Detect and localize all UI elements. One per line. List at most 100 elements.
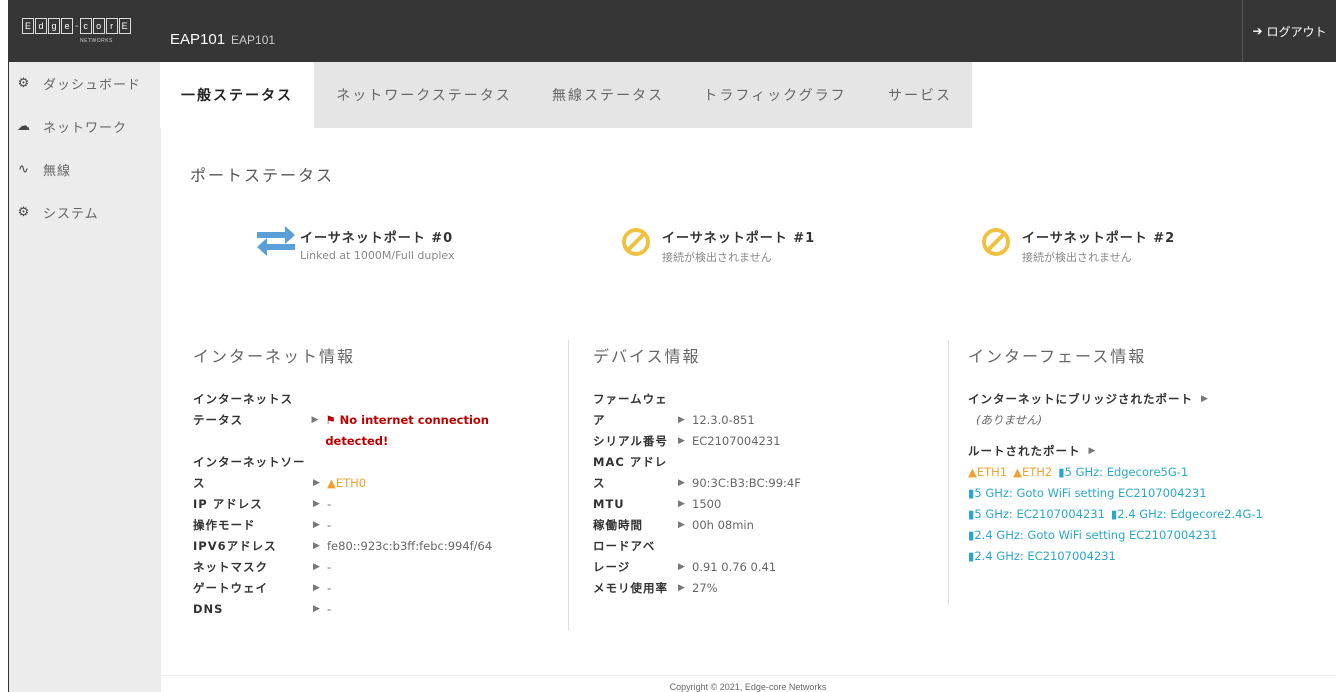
routed-wifi-link[interactable]: ▮2.4 GHz: Goto WiFi setting EC2107004231 [968, 525, 1218, 546]
gateway-value: - [327, 581, 332, 595]
arrow-icon: ▶ [678, 436, 685, 446]
port-1: イーサネットポート #1 接続が検出されません [662, 227, 815, 265]
no-connection-icon [982, 228, 1010, 256]
load-label-2: レージ [593, 560, 631, 574]
internet-source-label: インターネットソー [193, 455, 306, 469]
port-2-name: イーサネットポート #2 [1022, 231, 1176, 246]
dns-value: - [327, 602, 332, 616]
logout-label: ログアウト [1266, 24, 1327, 39]
arrow-icon: ▶ [678, 583, 685, 593]
port-2: イーサネットポート #2 接続が検出されません [1022, 227, 1175, 265]
device-model: EAP101 EAP101 [170, 31, 275, 48]
load-value: 0.91 0.76 0.41 [692, 560, 777, 574]
internet-source-label-2: ス [193, 476, 206, 490]
interface-info: インターフェース情報 インターネットにブリッジされたポート ▶ (ありません) … [968, 343, 1328, 567]
load-label: ロードアベ [593, 539, 656, 553]
mac-value: 90:3C:B3:BC:99:4F [692, 476, 801, 490]
arrow-icon: ▶ [1088, 446, 1096, 456]
bridged-ports-label: インターネットにブリッジされたポート [968, 392, 1193, 406]
sidebar-item-label: システム [43, 207, 99, 222]
mac-label: MAC アドレ [593, 455, 668, 469]
sidebar-item-system[interactable]: ⚙ システム [9, 191, 161, 234]
device-info-title: デバイス情報 [593, 347, 701, 366]
arrow-icon: ▶ [678, 415, 685, 425]
ethernet-link-icon [257, 222, 295, 258]
edgecore-logo[interactable]: Edge-corE [22, 14, 148, 38]
routed-ports-label: ルートされたポート [968, 444, 1081, 458]
sidebar-item-network[interactable]: ☁ ネットワーク [9, 105, 161, 148]
routed-wifi-link[interactable]: ▮5 GHz: EC2107004231 [968, 504, 1105, 525]
routed-wifi-link[interactable]: ▮5 GHz: Edgecore5G-1 [1058, 462, 1188, 483]
arrow-icon: ▶ [678, 499, 685, 509]
device-info: デバイス情報 ファームウェ ア ▶ 12.3.0-851 シリアル番号 ▶ EC… [593, 343, 933, 599]
gears-icon: ⚙ [17, 205, 31, 220]
arrow-icon: ▶ [678, 478, 685, 488]
arrow-icon: ▶ [313, 604, 320, 614]
bridged-ports-value: (ありません) [976, 413, 1043, 427]
arrow-icon: ▶ [678, 562, 685, 572]
arrow-icon: ▶ [678, 520, 685, 530]
network-icon: ▲ [968, 465, 977, 479]
uptime-label: 稼働時間 [593, 518, 643, 532]
sidebar-item-label: ダッシュボード [43, 78, 142, 93]
model-name: EAP101 [170, 31, 226, 48]
sidebar-item-dashboard[interactable]: ⚙ ダッシュボード [9, 62, 161, 105]
tab-traffic-graph[interactable]: トラフィックグラフ [682, 62, 868, 128]
sidebar-item-label: ネットワーク [43, 121, 128, 136]
arrow-icon: ▶ [313, 478, 320, 488]
tab-services[interactable]: サービス [868, 62, 972, 128]
footer-copyright: Copyright © 2021, Edge-core Networks [160, 675, 1336, 692]
logout-button[interactable]: ➔ ログアウト [1242, 0, 1336, 62]
sidebar-item-label: 無線 [43, 164, 72, 179]
arrow-icon: ▶ [1201, 394, 1208, 404]
uptime-value: 00h 08min [692, 518, 754, 532]
netmask-label: ネットマスク [193, 560, 268, 574]
no-connection-icon [622, 228, 650, 256]
internet-status-label-2: テータス [193, 413, 243, 427]
dashboard-icon: ⚙ [17, 76, 31, 91]
firmware-label-2: ア [593, 413, 606, 427]
mode-value: - [327, 518, 332, 532]
arrow-icon: ▶ [313, 562, 320, 572]
routed-eth1-link[interactable]: ▲ETH1 [968, 462, 1007, 483]
routed-eth2-link[interactable]: ▲ETH2 [1013, 462, 1052, 483]
wifi-icon: ∿ [18, 162, 30, 177]
firmware-value: 12.3.0-851 [692, 413, 755, 427]
logo-subtext: NETWORKS [80, 38, 113, 44]
firmware-label: ファームウェ [593, 392, 668, 406]
memory-value: 27% [692, 581, 718, 595]
netmask-value: - [327, 560, 332, 574]
ipv6-value: fe80::923c:b3ff:febc:994f/64 [327, 539, 493, 553]
ipv6-label: IPV6アドレス [193, 539, 277, 553]
model-sub: EAP101 [231, 33, 276, 47]
alert-icon: ⚑ [325, 413, 340, 427]
routed-wifi-link[interactable]: ▮5 GHz: Goto WiFi setting EC2107004231 [968, 483, 1207, 504]
serial-value: EC2107004231 [692, 434, 781, 448]
sidebar-item-wireless[interactable]: ∿ 無線 [9, 148, 161, 191]
internet-info: インターネット情報 インターネットス テータス ▶ ⚑ No internet … [193, 343, 553, 620]
mtu-value: 1500 [692, 497, 722, 511]
tab-wireless-status[interactable]: 無線ステータス [534, 62, 682, 128]
port-1-status: 接続が検出されません [662, 251, 772, 264]
port-status-title: ポートステータス [190, 166, 335, 185]
routed-wifi-link[interactable]: ▮2.4 GHz: EC2107004231 [968, 546, 1116, 567]
internet-source-link[interactable]: ▲ETH0 [327, 473, 366, 494]
tab-network-status[interactable]: ネットワークステータス [314, 62, 534, 128]
mtu-label: MTU [593, 497, 625, 511]
serial-label: シリアル番号 [593, 434, 668, 448]
column-divider [948, 340, 949, 605]
mode-label: 操作モード [193, 518, 256, 532]
arrow-icon: ▶ [313, 520, 320, 530]
port-0-name: イーサネットポート #0 [300, 231, 454, 246]
dns-label: DNS [193, 602, 224, 616]
logout-icon: ➔ [1252, 24, 1263, 38]
tab-general-status[interactable]: 一般ステータス [160, 62, 314, 128]
ip-value: - [327, 497, 332, 511]
routed-wifi-link[interactable]: ▮2.4 GHz: Edgecore2.4G-1 [1111, 504, 1263, 525]
arrow-icon: ▶ [313, 541, 320, 551]
port-1-name: イーサネットポート #1 [662, 231, 816, 246]
memory-label: メモリ使用率 [593, 581, 668, 595]
interface-info-title: インターフェース情報 [968, 347, 1147, 366]
internet-status-value: ⚑ No internet connection detected! [325, 413, 489, 448]
mac-label-2: ス [593, 476, 606, 490]
